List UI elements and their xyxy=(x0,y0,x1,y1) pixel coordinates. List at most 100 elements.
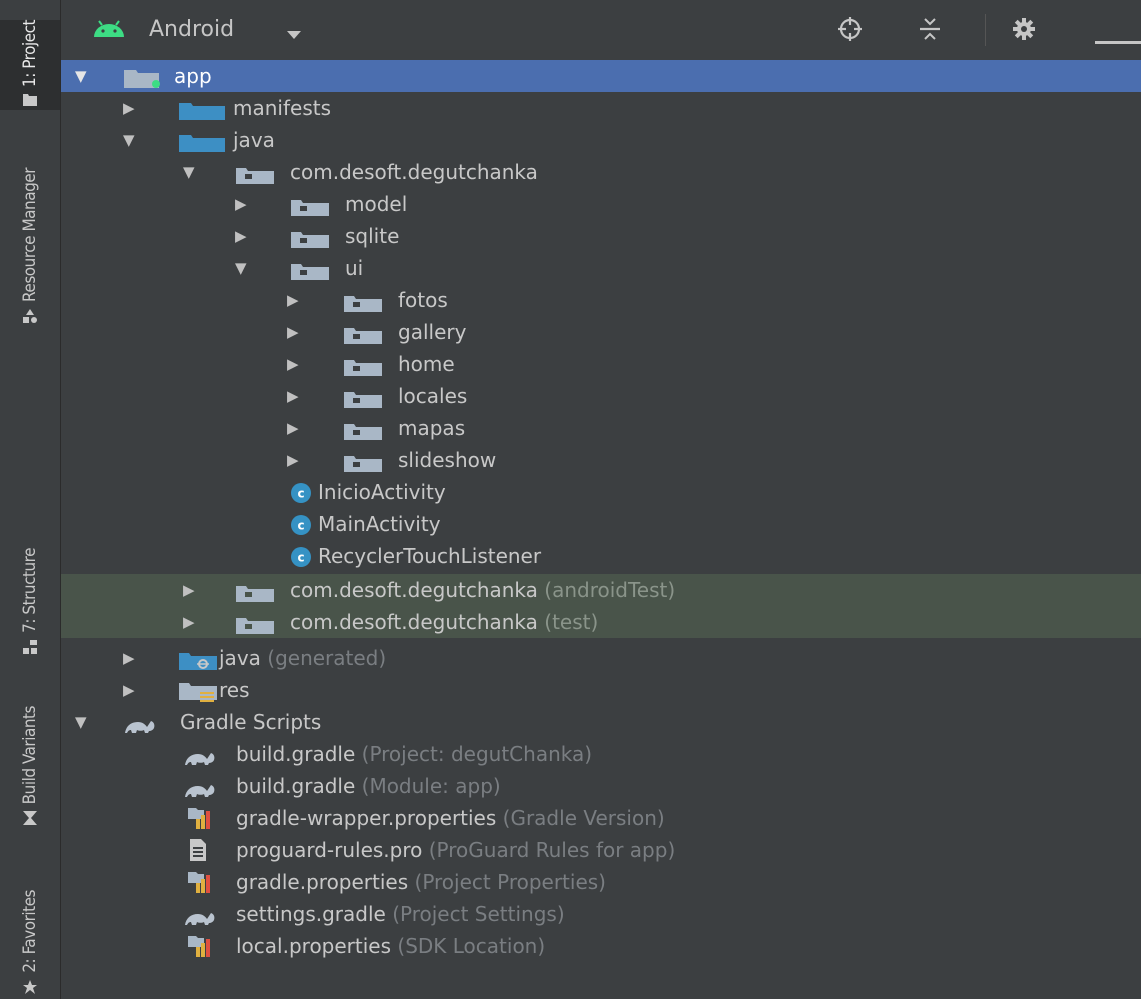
tree-item-locales[interactable]: ▶ locales xyxy=(61,380,1141,412)
tree-item-label: java (generated) xyxy=(219,646,387,670)
collapsed-arrow-icon[interactable]: ▶ xyxy=(287,316,299,348)
collapsed-arrow-icon[interactable]: ▶ xyxy=(183,606,195,638)
tree-item-sqlite[interactable]: ▶ sqlite xyxy=(61,220,1141,252)
tab-project[interactable]: 1: Project xyxy=(0,20,60,110)
tree-item-hint: (generated) xyxy=(267,646,387,670)
view-selector[interactable]: Android xyxy=(149,17,234,42)
package-icon xyxy=(235,612,275,644)
tab-favorites[interactable]: 2: Favorites xyxy=(0,890,60,998)
tree-item-label: InicioActivity xyxy=(318,480,446,504)
tab-build-variants[interactable]: Build Variants xyxy=(0,706,60,829)
expanded-arrow-icon[interactable]: ▼ xyxy=(235,252,247,284)
tab-structure-label: 7: Structure xyxy=(20,548,40,633)
locate-target-icon[interactable] xyxy=(837,16,863,46)
project-header: Android xyxy=(61,0,1141,61)
tree-item-proguard-rules[interactable]: proguard-rules.pro (ProGuard Rules for a… xyxy=(61,834,1141,866)
tab-build-variants-label: Build Variants xyxy=(20,706,40,805)
tree-item-label: app xyxy=(174,64,212,88)
tree-item-mapas[interactable]: ▶ mapas xyxy=(61,412,1141,444)
tree-item-java-generated[interactable]: ▶ java (generated) xyxy=(61,642,1141,674)
resource-manager-icon xyxy=(22,308,38,327)
structure-icon xyxy=(22,639,38,658)
tree-item-main-activity[interactable]: c MainActivity xyxy=(61,508,1141,540)
collapsed-arrow-icon[interactable]: ▶ xyxy=(123,642,135,674)
tree-item-package-main[interactable]: ▼ com.desoft.degutchanka xyxy=(61,156,1141,188)
folder-icon xyxy=(22,93,38,110)
tree-item-label: sqlite xyxy=(345,224,400,248)
collapsed-arrow-icon[interactable]: ▶ xyxy=(287,444,299,476)
class-icon: c xyxy=(290,545,312,577)
tree-item-hint: (test) xyxy=(544,610,599,634)
tree-item-hint: (Project Settings) xyxy=(392,902,565,926)
tree-item-label: proguard-rules.pro (ProGuard Rules for a… xyxy=(236,838,676,862)
tree-item-hint: (ProGuard Rules for app) xyxy=(428,838,676,862)
tree-item-label: build.gradle (Module: app) xyxy=(236,774,501,798)
tree-item-label: build.gradle (Project: degutChanka) xyxy=(236,742,593,766)
tree-item-label: gradle-wrapper.properties (Gradle Versio… xyxy=(236,806,665,830)
expanded-arrow-icon[interactable]: ▼ xyxy=(75,60,87,92)
tree-item-home[interactable]: ▶ home xyxy=(61,348,1141,380)
tree-item-slideshow[interactable]: ▶ slideshow xyxy=(61,444,1141,476)
svg-text:c: c xyxy=(297,487,304,501)
tree-item-gallery[interactable]: ▶ gallery xyxy=(61,316,1141,348)
tree-item-build-gradle-module[interactable]: build.gradle (Module: app) xyxy=(61,770,1141,802)
tree-item-package-test[interactable]: ▶ com.desoft.degutchanka (test) xyxy=(61,606,1141,638)
tree-item-res[interactable]: ▶ res xyxy=(61,674,1141,706)
tree-item-manifests[interactable]: ▶ manifests xyxy=(61,92,1141,124)
collapsed-arrow-icon[interactable]: ▶ xyxy=(287,412,299,444)
svg-text:c: c xyxy=(297,519,304,533)
expanded-arrow-icon[interactable]: ▼ xyxy=(183,156,195,188)
svg-text:c: c xyxy=(297,551,304,565)
tree-item-label: com.desoft.degutchanka (androidTest) xyxy=(290,578,676,602)
minimize-icon[interactable] xyxy=(1095,30,1141,49)
collapsed-arrow-icon[interactable]: ▶ xyxy=(123,92,135,124)
build-variants-icon xyxy=(22,810,38,829)
collapsed-arrow-icon[interactable]: ▶ xyxy=(287,348,299,380)
expanded-arrow-icon[interactable]: ▼ xyxy=(123,124,135,156)
expanded-arrow-icon[interactable]: ▼ xyxy=(75,706,87,738)
collapse-all-icon[interactable] xyxy=(917,16,943,46)
tab-structure[interactable]: 7: Structure xyxy=(0,548,60,658)
collapsed-arrow-icon[interactable]: ▶ xyxy=(287,380,299,412)
tab-favorites-label: 2: Favorites xyxy=(20,890,40,973)
tree-item-label: Gradle Scripts xyxy=(180,710,322,734)
tree-item-label: locales xyxy=(398,384,468,408)
tree-item-recycler-touch-listener[interactable]: c RecyclerTouchListener xyxy=(61,540,1141,572)
tree-item-gradle-wrapper-properties[interactable]: gradle-wrapper.properties (Gradle Versio… xyxy=(61,802,1141,834)
tree-item-build-gradle-project[interactable]: build.gradle (Project: degutChanka) xyxy=(61,738,1141,770)
tree-item-hint: (Gradle Version) xyxy=(502,806,665,830)
tree-item-label: java xyxy=(233,128,275,152)
tree-item-gradle-properties[interactable]: gradle.properties (Project Properties) xyxy=(61,866,1141,898)
tree-item-label: mapas xyxy=(398,416,466,440)
tree-item-ui[interactable]: ▼ ui xyxy=(61,252,1141,284)
header-separator xyxy=(985,14,986,46)
collapsed-arrow-icon[interactable]: ▶ xyxy=(235,220,247,252)
tree-item-gradle-scripts[interactable]: ▼ Gradle Scripts xyxy=(61,706,1141,738)
tree-item-fotos[interactable]: ▶ fotos xyxy=(61,284,1141,316)
collapsed-arrow-icon[interactable]: ▶ xyxy=(183,574,195,606)
properties-icon xyxy=(187,934,211,967)
tab-resource-manager[interactable]: Resource Manager xyxy=(0,168,60,327)
collapsed-arrow-icon[interactable]: ▶ xyxy=(287,284,299,316)
tree-item-label: gallery xyxy=(398,320,467,344)
collapsed-arrow-icon[interactable]: ▶ xyxy=(123,674,135,706)
tree-item-label: MainActivity xyxy=(318,512,441,536)
chevron-down-icon[interactable] xyxy=(286,25,302,44)
tree-item-inicio-activity[interactable]: c InicioActivity xyxy=(61,476,1141,508)
tree-item-package-android-test[interactable]: ▶ com.desoft.degutchanka (androidTest) xyxy=(61,574,1141,606)
tree-item-java[interactable]: ▼ java xyxy=(61,124,1141,156)
tree-item-label: manifests xyxy=(233,96,331,120)
tool-window-strip: 1: Project Resource Manager 7: Structure… xyxy=(0,0,61,999)
star-icon xyxy=(22,979,38,998)
tree-item-settings-gradle[interactable]: settings.gradle (Project Settings) xyxy=(61,898,1141,930)
tree-item-model[interactable]: ▶ model xyxy=(61,188,1141,220)
tree-item-label: ui xyxy=(345,256,364,280)
tree-item-app[interactable]: ▼ app xyxy=(61,60,1141,92)
tree-item-label: model xyxy=(345,192,408,216)
tree-item-local-properties[interactable]: local.properties (SDK Location) xyxy=(61,930,1141,962)
project-tree: ▼ app ▶ manifests ▼ java ▼ com.desoft.de… xyxy=(61,60,1141,999)
gear-icon[interactable] xyxy=(1011,16,1037,46)
collapsed-arrow-icon[interactable]: ▶ xyxy=(235,188,247,220)
tree-item-label: com.desoft.degutchanka xyxy=(290,160,538,184)
tree-item-label: res xyxy=(219,678,250,702)
